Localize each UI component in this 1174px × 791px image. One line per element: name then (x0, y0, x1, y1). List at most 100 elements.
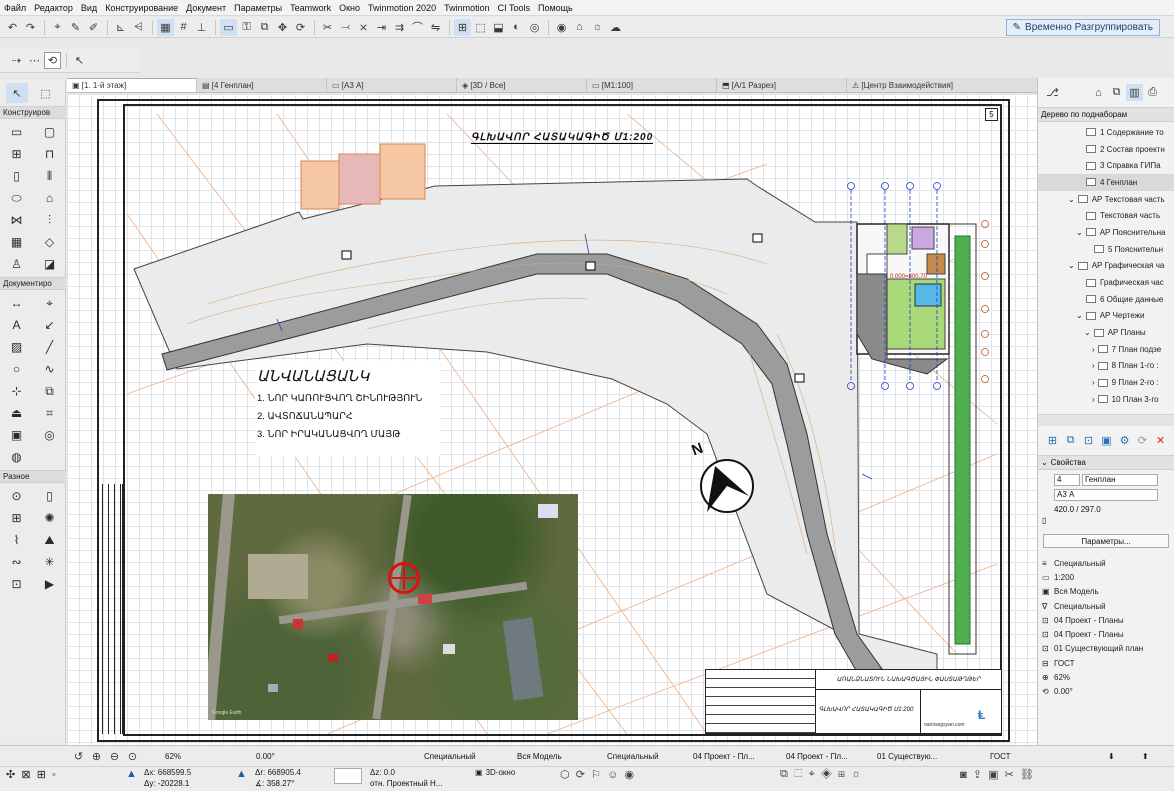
publisher-icon[interactable]: ⎙ (1144, 84, 1161, 101)
label-icon[interactable]: ↙ (33, 314, 66, 336)
offset-icon[interactable]: ⇉ (391, 19, 408, 36)
ungroup-button[interactable]: ✎ Временно Разгруппировать (1005, 19, 1160, 36)
drawing-canvas[interactable]: ԳԼԽԱՎՈՐ ՀԱՏԱԿԱԳԻԾ Մ1:200 5 ԱՆՎԱՆԱՑԱՆԿ 1.… (67, 94, 1037, 745)
tab-m1-100[interactable]: ▭ [M1:100] (587, 78, 717, 92)
mesh-icon[interactable]: ⌇ (0, 529, 33, 551)
redo-icon[interactable]: ↷ (22, 19, 39, 36)
photo-icon[interactable]: ▣ (988, 769, 998, 781)
elevation-icon[interactable]: ⌗ (33, 402, 66, 424)
slab-icon[interactable]: ⬭ (0, 187, 33, 209)
arrow-up-icon[interactable]: ⬆ (1142, 749, 1149, 763)
fillet-icon[interactable]: ⌒ (409, 19, 426, 36)
orbit-icon[interactable]: ⟳ (576, 769, 585, 781)
figure-icon[interactable]: ☺ (607, 769, 618, 781)
model-filter-icon[interactable]: ◈ (821, 768, 832, 780)
guide-icon[interactable]: ⊠ (21, 769, 30, 781)
navigator-scrollbar[interactable] (1038, 414, 1174, 426)
plan1-value[interactable]: 04 Проект - Пл... (693, 749, 755, 763)
camera-icon[interactable]: ◙ (960, 769, 967, 781)
menu-twinmotion[interactable]: Twinmotion (444, 3, 490, 13)
tree-folder[interactable]: ⌄ АР Текстовая часть (1038, 191, 1174, 208)
prop-rotation[interactable]: ⟲ 0.00° (1038, 685, 1174, 699)
new-master-icon[interactable]: ⊡ (1080, 432, 1097, 449)
magic-wand-icon[interactable]: ⟲ (44, 52, 61, 69)
arrow-select-icon[interactable]: ↖ (6, 83, 28, 103)
tree-folder[interactable]: ⌄ АР Чертежи (1038, 308, 1174, 325)
sun-tool-icon[interactable]: ✳ (33, 551, 66, 573)
snap-icon[interactable]: ✣ (6, 769, 15, 781)
split-icon[interactable]: ✂ (319, 19, 336, 36)
curtain-wall-icon[interactable]: ▦ (0, 231, 33, 253)
view-map-icon[interactable]: ⧉ (1108, 84, 1125, 101)
wall-icon[interactable]: ▭ (0, 121, 33, 143)
arrow-tool-icon[interactable]: ⇢ (8, 52, 25, 69)
sun-icon[interactable]: ☼ (589, 19, 606, 36)
corner-window-icon[interactable]: ⊞ (0, 507, 33, 529)
menu-window[interactable]: Окно (339, 3, 360, 13)
tab-layout-a3[interactable]: ▭ [А3 А] (327, 78, 457, 92)
fit-icon[interactable]: ⊙ (124, 748, 141, 765)
line-icon[interactable]: ╱ (33, 336, 66, 358)
section-misc[interactable]: Разное (0, 470, 66, 483)
hotspot-icon[interactable]: ⊹ (0, 380, 33, 402)
zoom-out-icon[interactable]: ⊖ (106, 748, 123, 765)
model-value[interactable]: Вся Модель (517, 749, 562, 763)
eye-icon[interactable]: ◉ (553, 19, 570, 36)
tab-1st-floor[interactable]: ▣ [1. 1-й этаж] (67, 78, 197, 92)
ortho-icon[interactable]: ⊥ (193, 19, 210, 36)
link-icon[interactable]: ⛓ (1020, 769, 1034, 781)
layout-number-field[interactable]: 4 (1054, 473, 1080, 486)
cut-icon[interactable]: ✂ (1005, 769, 1014, 781)
prop-layer-combo[interactable]: ≡ Специальный (1038, 556, 1174, 570)
trace-icon[interactable]: ⩤ (130, 19, 147, 36)
master-layout-select[interactable]: А3 А (1054, 488, 1158, 501)
menu-ci-tools[interactable]: CI Tools (498, 3, 530, 13)
menu-view[interactable]: Вид (81, 3, 97, 13)
mirror-icon[interactable]: ⇋ (427, 19, 444, 36)
section-icon[interactable]: ⬓ (490, 19, 507, 36)
tree-item[interactable]: 2 Состав проектн (1038, 141, 1174, 158)
column-icon[interactable]: ▢ (33, 121, 66, 143)
eyedropper-icon[interactable]: ✎ (67, 19, 84, 36)
move-icon[interactable]: ✥ (274, 19, 291, 36)
layout-book-icon[interactable]: ▥ (1126, 84, 1143, 101)
worksheet-icon[interactable]: ⊡ (0, 573, 33, 595)
tree-item[interactable]: 1 Содержание то (1038, 124, 1174, 141)
tree-item[interactable]: 5 Пояснительн (1038, 241, 1174, 258)
section-marker-icon[interactable]: ⏏ (0, 402, 33, 424)
render-icon[interactable]: ◐ (508, 19, 525, 36)
hatch-icon[interactable]: ▨ (0, 336, 33, 358)
rotate-icon[interactable]: ⟳ (292, 19, 309, 36)
new-subset-icon[interactable]: ⧉ (1062, 432, 1079, 449)
prop-graphic-override[interactable]: ⊡ 04 Проект - Планы (1038, 627, 1174, 641)
layout-name-field[interactable]: Генплан (1082, 473, 1158, 486)
eye-icon[interactable]: ◉ (624, 769, 634, 781)
section-document[interactable]: Документиро (0, 277, 66, 290)
layer-combo-value[interactable]: Специальный (424, 749, 476, 763)
dimension-icon[interactable]: ↔ (0, 292, 33, 314)
new-folder-icon[interactable]: ▣ (1098, 432, 1115, 449)
prop-model[interactable]: ▣ Вся Модель (1038, 585, 1174, 599)
project-map-icon[interactable]: ⌂ (1090, 84, 1107, 101)
plan2-value[interactable]: 04 Проект - Пл... (786, 749, 848, 763)
settings-icon[interactable]: ⚙ (1116, 432, 1133, 449)
menu-teamwork[interactable]: Teamwork (290, 3, 331, 13)
reference-value[interactable]: отн. Проектный Н... (370, 779, 442, 788)
drawing-icon[interactable]: ▣ (0, 424, 33, 446)
export-icon[interactable]: ⇪ (973, 769, 982, 781)
arrow-down-icon[interactable]: ⬇ (1108, 749, 1115, 763)
menu-document[interactable]: Документ (186, 3, 226, 13)
trim-icon[interactable]: ⤙ (337, 19, 354, 36)
grid-element-icon[interactable]: ◍ (0, 446, 33, 468)
marquee-select-icon[interactable]: ⬚ (37, 85, 54, 102)
tree-item[interactable]: 3 Справка ГИПа (1038, 157, 1174, 174)
pick-icon[interactable]: ⌖ (49, 19, 66, 36)
lock-icon[interactable]: ⚿ (238, 19, 255, 36)
prop-zoom[interactable]: ⊕ 62% (1038, 670, 1174, 684)
tab-section[interactable]: ⬒ [А/1 Разрез] (717, 78, 847, 92)
tree-item[interactable]: Текстовая часть (1038, 207, 1174, 224)
door-icon[interactable]: ⊓ (33, 143, 66, 165)
change-icon[interactable]: ◎ (33, 424, 66, 446)
navigator-map-icon[interactable]: ⎇ (1044, 84, 1061, 101)
menu-help[interactable]: Помощь (538, 3, 573, 13)
